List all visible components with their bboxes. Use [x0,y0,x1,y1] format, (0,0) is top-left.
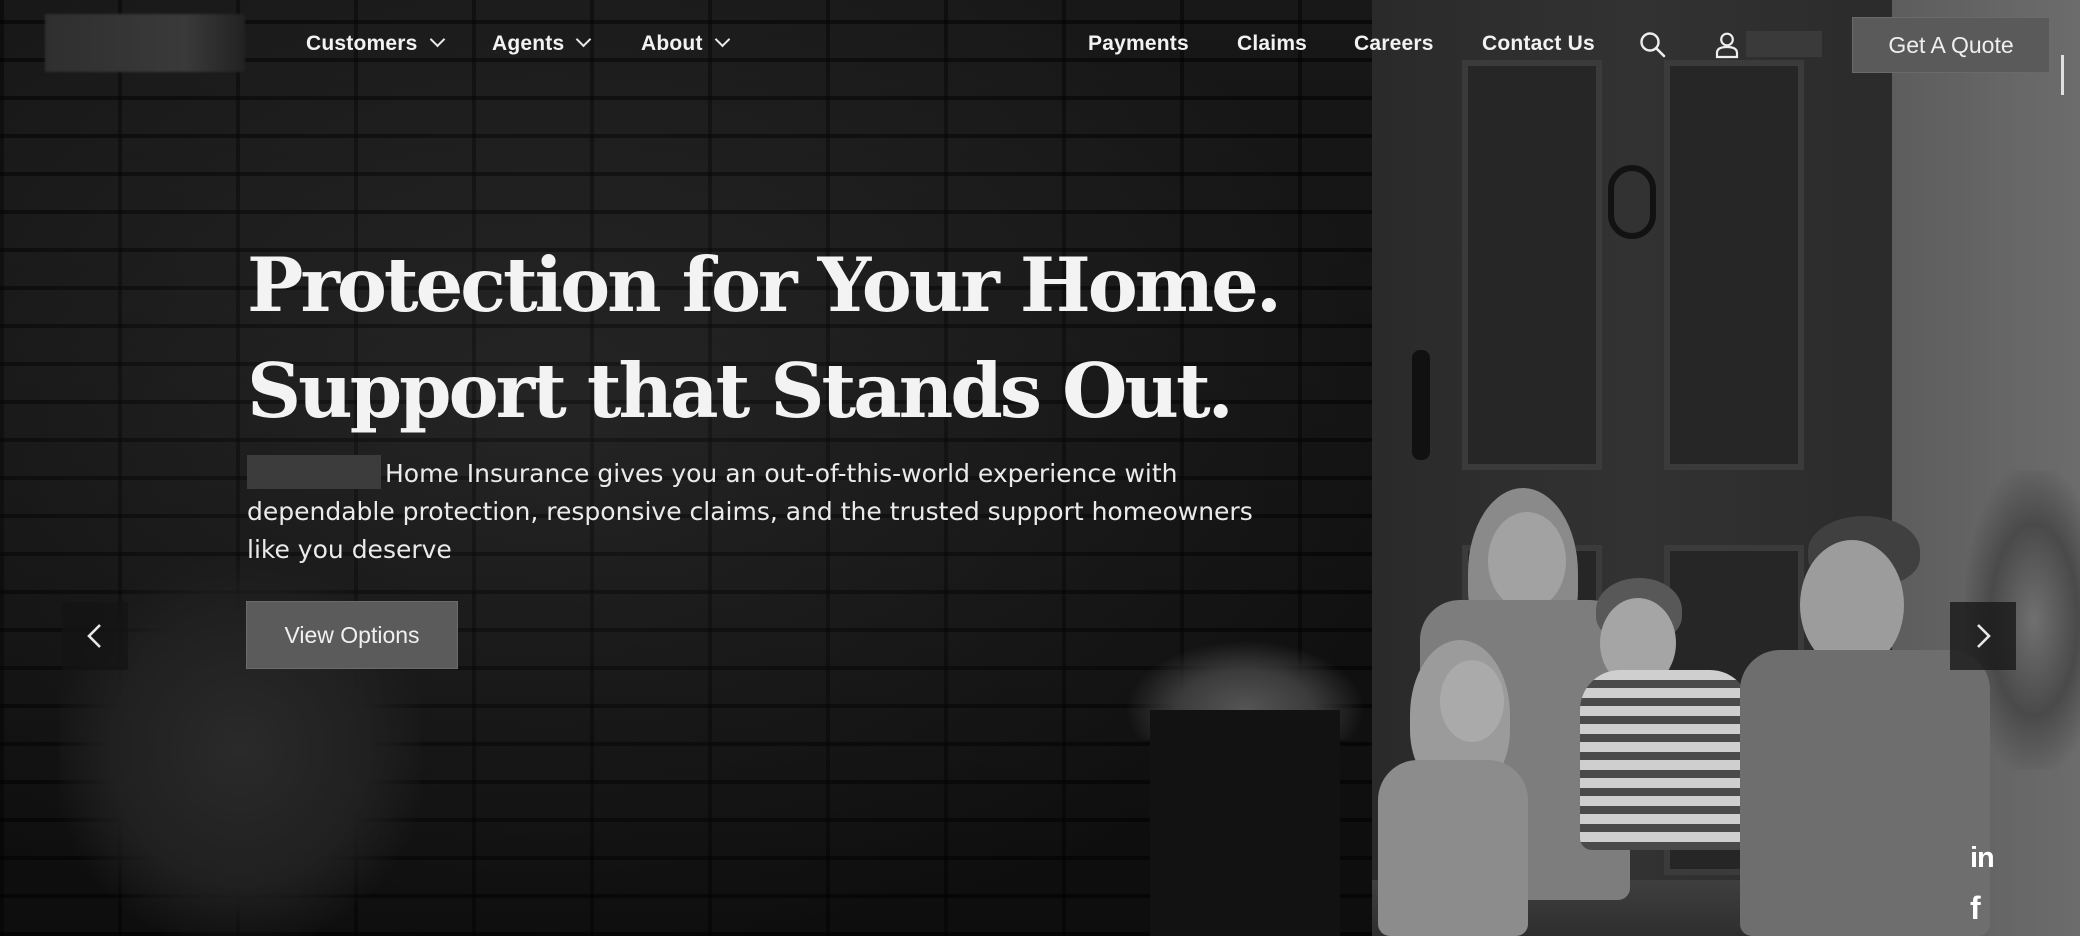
nav-customers[interactable]: Customers [306,31,445,56]
nav-payments[interactable]: Payments [1088,32,1189,56]
logo[interactable] [45,14,245,72]
nav-customers-label: Customers [306,32,418,55]
nav-agents[interactable]: Agents [492,31,592,56]
homepage: Customers Agents About Payments Claims C… [0,0,2080,936]
door-panel [1462,60,1602,470]
get-a-quote-button[interactable]: Get A Quote [1852,17,2050,73]
chevron-down-icon [429,31,445,48]
hero-description-text: Home Insurance gives you an out-of-this-… [247,459,1253,564]
hero-heading: Protection for Your Home. Support that S… [247,232,1282,444]
nav-claims[interactable]: Claims [1237,32,1307,56]
carousel-prev-button[interactable] [62,602,128,670]
chevron-right-icon [1977,624,1991,648]
carousel-next-button[interactable] [1950,602,2016,670]
user-icon[interactable] [1712,30,1742,60]
door-knocker [1608,165,1656,239]
nav-careers[interactable]: Careers [1354,32,1434,56]
chevron-down-icon [714,31,730,48]
hero-description: Home Insurance gives you an out-of-this-… [247,455,1297,569]
plant-pot [1150,710,1340,936]
nav-about-label: About [641,32,703,55]
chevron-down-icon [576,31,592,48]
view-options-button[interactable]: View Options [246,601,458,669]
search-icon[interactable] [1638,30,1668,60]
top-navigation: Customers Agents About Payments Claims C… [0,0,2080,95]
hero-heading-line-1: Protection for Your Home. [247,241,1282,329]
nav-contact-us[interactable]: Contact Us [1482,32,1595,56]
hero-heading-line-2: Support that Stands Out. [247,347,1234,435]
door-handle [1412,350,1430,460]
door-panel [1664,60,1804,470]
account-name[interactable] [1746,31,1822,57]
nav-agents-label: Agents [492,32,565,55]
brand-name [247,455,381,489]
facebook-icon[interactable]: f [1970,890,1981,927]
chevron-left-icon [87,624,101,648]
scrollbar[interactable] [2061,55,2064,95]
linkedin-icon[interactable]: in [1970,842,1995,875]
nav-about[interactable]: About [641,31,730,56]
